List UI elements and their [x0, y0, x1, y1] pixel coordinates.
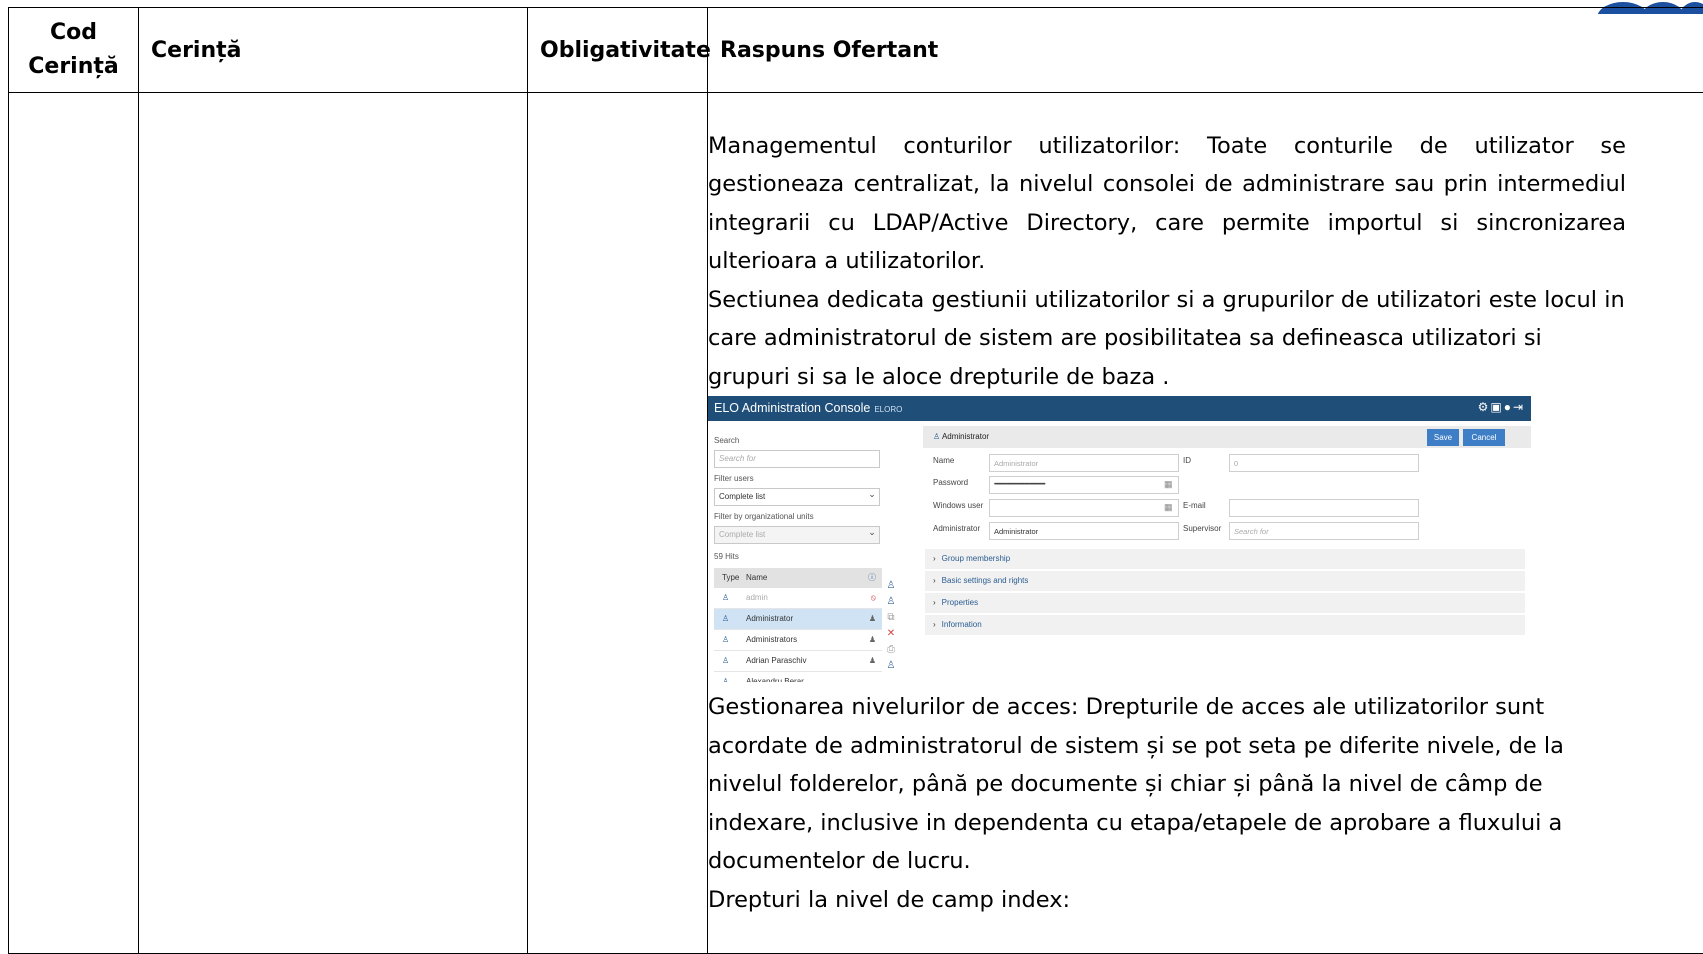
console-title-bar: ELO Administration Console ELORO ⚙▣●⇥ [708, 396, 1531, 421]
id-label: ID [1183, 456, 1191, 465]
section-properties[interactable]: ›Properties [925, 593, 1525, 613]
chevron-right-icon: › [933, 598, 936, 607]
name-label: Name [933, 456, 954, 465]
col-header-obligativitate: Obligativitate [528, 8, 708, 93]
administrator-label: Administrator [933, 524, 980, 533]
response-paragraph-2: Sectiunea dedicata gestiunii utilizatori… [708, 281, 1626, 397]
admin-icon: ♟ [869, 651, 876, 671]
supervisor-label: Supervisor [1183, 524, 1221, 533]
group-icon: ♙ [722, 630, 729, 650]
key-icon[interactable]: ▦ [1164, 502, 1173, 513]
list-item[interactable]: ♙Alexandru Berar [714, 672, 882, 682]
chevron-right-icon: › [933, 620, 936, 629]
help-icon[interactable]: ● [1504, 400, 1513, 414]
search-input[interactable]: Search for [714, 450, 880, 468]
list-item[interactable]: ♙Administrator♟ [714, 609, 882, 630]
add-user-icon[interactable]: ♙ [884, 578, 898, 594]
cancel-button[interactable]: Cancel [1463, 429, 1505, 446]
table-row: Managementul conturilor utilizatorilor: … [9, 93, 1703, 954]
col-header-cod: Cod Cerință [9, 8, 139, 93]
console-right-panel: ♙ Administrator Save Cancel Name Adminis… [923, 426, 1531, 682]
user-icon: ♙ [722, 609, 729, 629]
gear-icon[interactable]: ⚙ [1478, 400, 1491, 414]
col-header-cerinta: Cerință [139, 8, 528, 93]
email-label: E-mail [1183, 501, 1206, 510]
blocked-icon: ⦸ [871, 588, 876, 608]
administrator-field[interactable]: Administrator [989, 522, 1179, 540]
grid-header: TypeNameⓘ [714, 568, 882, 588]
cell-cerinta [139, 93, 528, 954]
user-icon: ♙ [722, 588, 729, 608]
detail-title: Administrator [942, 432, 989, 441]
users-grid: TypeNameⓘ ♙admin⦸ ♙Administrator♟ ♙Admin… [714, 568, 882, 682]
list-item[interactable]: ♙Administrators♟ [714, 630, 882, 651]
window-icon[interactable]: ▣ [1490, 400, 1503, 414]
hits-count: 59 Hits [714, 552, 739, 561]
admin-icon: ♟ [869, 609, 876, 629]
password-field[interactable]: ••••••••••••••••••••••••••••••••••••••••… [989, 476, 1179, 494]
logout-icon[interactable]: ⇥ [1513, 400, 1525, 414]
response-paragraph-1: Managementul conturilor utilizatorilor: … [708, 127, 1626, 281]
delete-icon[interactable]: ✕ [884, 626, 898, 642]
user-settings-icon[interactable]: ♙ [884, 658, 898, 674]
embedded-console-screenshot: ELO Administration Console ELORO ⚙▣●⇥ Sea… [708, 396, 1531, 682]
filter-org-select[interactable]: Complete list⌄ [714, 526, 880, 544]
filter-org-label: Filter by organizational units [714, 512, 814, 521]
section-group-membership[interactable]: ›Group membership [925, 549, 1525, 569]
cell-raspuns: Managementul conturilor utilizatorilor: … [708, 93, 1703, 954]
console-subtitle: ELORO [874, 405, 902, 414]
user-icon: ♙ [722, 651, 729, 671]
user-icon: ♙ [933, 432, 942, 441]
print-icon[interactable]: ⎙ [884, 642, 898, 658]
col-header-raspuns: Raspuns Ofertant [708, 8, 1703, 93]
key-icon[interactable]: ▦ [1164, 479, 1173, 490]
console-title: ELO Administration Console [714, 401, 870, 415]
header-row: Cod Cerință Cerință Obligativitate Raspu… [9, 8, 1703, 93]
user-icon: ♙ [722, 672, 729, 682]
chevron-down-icon: ⌄ [865, 489, 879, 505]
password-label: Password [933, 478, 968, 487]
id-field[interactable]: 0 [1229, 454, 1419, 472]
email-field[interactable] [1229, 499, 1419, 517]
chevron-right-icon: › [933, 554, 936, 563]
requirements-table: Cod Cerință Cerință Obligativitate Raspu… [8, 7, 1703, 954]
detail-header: ♙ Administrator Save Cancel [923, 426, 1531, 448]
cell-cod [9, 93, 139, 954]
response-paragraph-3: Gestionarea nivelurilor de acces: Dreptu… [708, 688, 1626, 881]
windows-user-field[interactable]: ▦ [989, 499, 1179, 517]
cell-obligativitate [528, 93, 708, 954]
filter-users-select[interactable]: Complete list⌄ [714, 488, 880, 506]
filter-users-label: Filter users [714, 474, 754, 483]
admin-icon: ♟ [869, 630, 876, 650]
windows-user-label: Windows user [933, 501, 983, 510]
add-group-icon[interactable]: ♙ [884, 594, 898, 610]
search-label: Search [714, 436, 739, 445]
grid-action-icons: ♙ ♙ ⧉ ✕ ⎙ ♙ [884, 578, 898, 674]
section-basic-settings[interactable]: ›Basic settings and rights [925, 571, 1525, 591]
response-paragraph-4: Drepturi la nivel de camp index: [708, 881, 1626, 920]
save-button[interactable]: Save [1427, 429, 1459, 446]
section-information[interactable]: ›Information [925, 615, 1525, 635]
chevron-right-icon: › [933, 576, 936, 585]
chevron-down-icon: ⌄ [865, 527, 879, 543]
supervisor-field[interactable]: Search for [1229, 522, 1419, 540]
name-field[interactable]: Administrator [989, 454, 1179, 472]
copy-icon[interactable]: ⧉ [884, 610, 898, 626]
list-item[interactable]: ♙Adrian Paraschiv♟ [714, 651, 882, 672]
list-item[interactable]: ♙admin⦸ [714, 588, 882, 609]
